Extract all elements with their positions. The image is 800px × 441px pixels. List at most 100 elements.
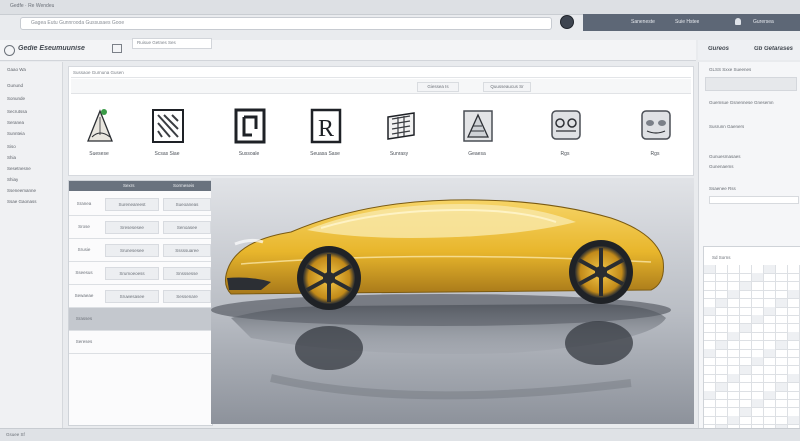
texture-triangle-icon xyxy=(463,110,493,142)
tool-frame[interactable]: Sussoale xyxy=(219,103,279,163)
tool-tab-2[interactable]: Quusseaucus Sr xyxy=(483,82,531,92)
tool-sketch-label: Suesese xyxy=(89,151,109,157)
nav-item-1[interactable]: Gaao Wa xyxy=(7,67,26,72)
tool-shading-label: Rgs xyxy=(650,151,660,157)
account-label-c[interactable]: Gurersea xyxy=(753,19,774,25)
table-cell: Srasses xyxy=(75,316,93,321)
table-row[interactable]: Srasses xyxy=(69,308,212,331)
surface-mesh-icon xyxy=(551,110,581,140)
prop-field-2[interactable] xyxy=(709,196,799,204)
nav-item-7[interactable]: Siso xyxy=(7,144,16,149)
table-cell: Sranea xyxy=(76,201,92,206)
address-search-input[interactable]: Gagea Eutu Gunnrooda Gussusaes Gooe xyxy=(20,17,552,30)
app-brand: Gedie Eseumuunise xyxy=(18,45,85,52)
nav-item-12[interactable]: Ssae Gaonass xyxy=(7,199,37,204)
address-search-text: Gagea Eutu Gunnrooda Gussusaes Gooe xyxy=(31,20,125,26)
left-navigation: Gaao Wa Gunund Sonunde Secrutssa Seranea… xyxy=(0,62,63,434)
nav-item-8[interactable]: Shia xyxy=(7,155,16,160)
tool-frame-label: Sussoale xyxy=(238,151,260,157)
app-logo-icon xyxy=(4,45,15,56)
table-cell: Sseesus xyxy=(75,270,93,275)
nav-item-6[interactable]: Sunnteia xyxy=(7,131,25,136)
tool-panel: Sussaoe Gurnuna Gusen Giessea Is Quussea… xyxy=(68,66,694,176)
nav-item-11[interactable]: Sseneemanne xyxy=(7,188,36,193)
prop-line-2: Guemsue Gsnennese Gnesemn xyxy=(709,100,774,105)
table-cell: Srusie xyxy=(77,247,91,252)
3d-viewport[interactable] xyxy=(211,178,694,424)
sketch-cone-icon xyxy=(87,109,113,142)
shading-mesh-icon xyxy=(641,110,671,140)
bracket-frame-icon xyxy=(234,108,266,144)
table-header-a: Sexrs xyxy=(123,183,135,188)
status-text: Gsuee Sf xyxy=(6,432,25,437)
table-cell: Srose xyxy=(78,224,90,229)
tool-texture-label: Geaesa xyxy=(468,151,486,157)
nav-item-3[interactable]: Sonunde xyxy=(7,96,25,101)
window-icon[interactable] xyxy=(112,44,122,53)
right-panel-header: Gureos Gb Getarases xyxy=(698,40,800,60)
title-breadcrumb: Gedfe · Re Wendeu xyxy=(10,3,55,9)
nav-item-5[interactable]: Seranea xyxy=(7,120,24,125)
tool-pattern[interactable]: Scsas Siae xyxy=(137,103,197,163)
tool-letter-r[interactable]: R Seuasa Sase xyxy=(295,103,355,163)
table-cell: Senoasee xyxy=(163,221,211,234)
status-bar: Gsuee Sf xyxy=(0,428,800,441)
tool-surface-label: Rgs xyxy=(560,151,570,157)
tool-pattern-label: Scsas Siae xyxy=(154,151,180,157)
grid-cells xyxy=(704,265,800,434)
layers-stack-icon xyxy=(387,112,415,140)
table-cell: Sureneareest xyxy=(105,198,159,211)
prop-field-1[interactable] xyxy=(705,77,797,91)
table-row[interactable]: Srusie Srunesesee Sssssuaree xyxy=(69,239,212,262)
prop-line-3: Susrunn Gaeners xyxy=(709,124,745,129)
tool-surface[interactable]: Rgs xyxy=(535,103,595,163)
table-row[interactable]: Sereses xyxy=(69,331,212,354)
tool-texture[interactable]: Geaesa xyxy=(447,103,507,163)
table-cell: Srumoeoess xyxy=(105,267,159,280)
table-cell: Sereses xyxy=(75,339,93,344)
menu-bar: Gedie Eseumuunise xyxy=(0,40,696,61)
table-cell: Sessenare xyxy=(163,290,211,303)
tool-layers[interactable]: Sunrasy xyxy=(369,103,429,163)
table-cell: Sueoaneas xyxy=(163,198,211,211)
tool-tab-row xyxy=(71,79,691,94)
account-label-b[interactable]: Suie Hstee xyxy=(675,19,699,25)
prop-line-4: Gunuesmasaes xyxy=(709,154,741,159)
tool-tab-1[interactable]: Giessea Is xyxy=(417,82,459,92)
account-label-a[interactable]: Saneneste xyxy=(631,19,655,25)
table-row[interactable]: Sseesus Srumoeoess Snsssesse xyxy=(69,262,212,285)
tool-layers-label: Sunrasy xyxy=(389,151,409,157)
document-tab[interactable]: Ruisue Getnes Ses xyxy=(132,38,212,49)
tool-letter-r-label: Seuasa Sase xyxy=(310,151,340,157)
table-cell: Sssssuaree xyxy=(163,244,211,257)
tool-sketch[interactable]: Suesese xyxy=(69,103,129,163)
table-cell: Srunesesee xyxy=(105,244,159,257)
nav-item-4[interactable]: Secrutssa xyxy=(7,109,27,114)
table-cell: Sresesesee xyxy=(105,221,159,234)
table-header: Sexrs Sormeseis xyxy=(69,181,212,191)
table-row[interactable]: Srose Sresesesee Senoasee xyxy=(69,216,212,239)
spreadsheet-grid[interactable]: Sd Sorns xyxy=(703,246,800,434)
prop-line-1: GLSS Sxxe Sueenes xyxy=(709,67,752,72)
table-row[interactable]: Sewaeae Sruwesasee Sessenare xyxy=(69,285,212,308)
car-render xyxy=(211,199,671,400)
account-bar: Saneneste Suie Hstee Gurersea xyxy=(583,14,800,31)
globe-icon[interactable] xyxy=(560,15,574,29)
title-bar: Gedfe · Re Wendeu xyxy=(0,0,800,15)
svg-text:R: R xyxy=(318,116,334,142)
tool-shading[interactable]: Rgs xyxy=(625,103,685,163)
nav-item-9[interactable]: Sesetnesne xyxy=(7,166,31,171)
table-cell: Sewaeae xyxy=(74,293,94,298)
data-table: Sexrs Sormeseis Sranea Sureneareest Sueo… xyxy=(68,180,213,426)
table-row[interactable]: Sranea Sureneareest Sueoaneas xyxy=(69,193,212,216)
letter-r-icon: R xyxy=(310,108,342,144)
nav-item-2[interactable]: Gunund xyxy=(7,83,23,88)
right-head-b: Gb Getarases xyxy=(754,46,794,52)
user-icon[interactable] xyxy=(735,18,741,25)
tool-address-bar[interactable]: Sussaoe Gurnuna Gusen xyxy=(71,69,691,78)
right-head-a: Gureos xyxy=(708,46,730,52)
nav-item-10[interactable]: Shiay xyxy=(7,177,18,182)
document-tab-label: Ruisue Getnes Ses xyxy=(137,40,176,45)
table-cell: Snsssesse xyxy=(163,267,211,280)
pattern-grid-icon xyxy=(152,109,184,143)
